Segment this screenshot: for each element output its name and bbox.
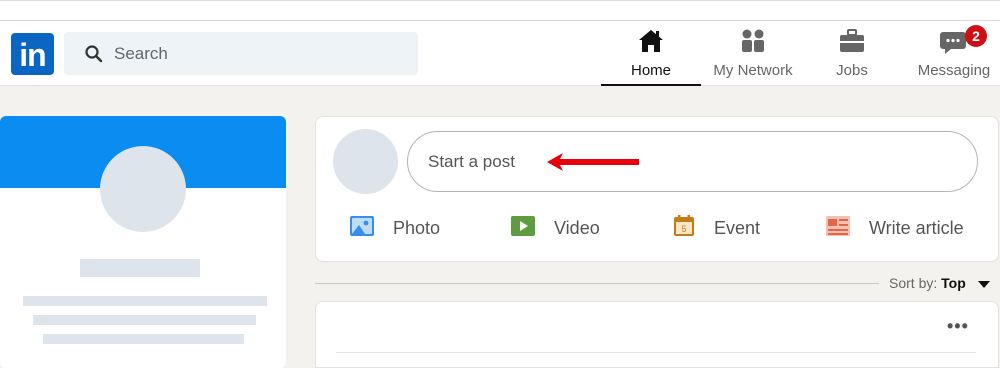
profile-line-placeholder — [23, 296, 267, 306]
nav-my-network-label: My Network — [713, 62, 793, 79]
home-icon — [637, 28, 665, 59]
nav-messaging-label: Messaging — [917, 62, 991, 79]
sort-value: Top — [941, 275, 966, 291]
nav-my-network[interactable]: My Network — [703, 26, 803, 86]
feed-post-card — [315, 301, 999, 368]
post-divider — [336, 352, 976, 353]
briefcase-icon — [838, 28, 866, 59]
sort-dropdown[interactable]: Sort by: Top — [889, 275, 990, 291]
browser-strip — [0, 1, 1000, 21]
profile-card — [0, 116, 286, 368]
sort-divider — [315, 283, 879, 284]
profile-name-placeholder — [80, 259, 200, 277]
nav-jobs-label: Jobs — [836, 62, 868, 79]
search-bar[interactable] — [64, 32, 418, 75]
network-icon — [739, 28, 767, 59]
video-icon — [510, 215, 536, 242]
caret-down-icon — [977, 280, 990, 288]
search-icon — [85, 45, 103, 63]
nav-jobs[interactable]: Jobs — [812, 26, 892, 86]
photo-label: Photo — [393, 217, 441, 238]
user-avatar[interactable] — [333, 129, 398, 194]
video-button[interactable]: Video — [510, 213, 600, 243]
profile-line-placeholder — [33, 315, 256, 325]
video-label: Video — [554, 217, 600, 238]
svg-text:5: 5 — [681, 224, 686, 234]
photo-button[interactable]: Photo — [349, 213, 440, 243]
sort-prefix: Sort by: — [889, 275, 938, 291]
event-label: Event — [714, 217, 761, 238]
nav-home[interactable]: Home — [601, 26, 701, 86]
article-icon — [825, 215, 851, 242]
annotation-arrow-icon — [547, 153, 639, 171]
write-article-label: Write article — [869, 217, 964, 238]
photo-icon — [349, 215, 375, 242]
event-button[interactable]: 5 Event — [672, 213, 760, 243]
start-post-button[interactable]: Start a post — [407, 131, 978, 192]
profile-line-placeholder — [43, 334, 244, 344]
messaging-badge: 2 — [965, 25, 987, 47]
write-article-button[interactable]: Write article — [825, 213, 964, 243]
nav-messaging[interactable]: 2 Messaging — [910, 25, 998, 86]
profile-avatar[interactable] — [100, 146, 186, 232]
nav-home-label: Home — [630, 62, 671, 79]
linkedin-logo[interactable]: in — [11, 33, 54, 75]
share-box: Start a post Photo Video 5 Event Write a… — [315, 116, 999, 262]
more-options-icon[interactable]: ••• — [947, 316, 969, 337]
event-icon: 5 — [672, 214, 696, 243]
search-input[interactable] — [114, 32, 404, 75]
